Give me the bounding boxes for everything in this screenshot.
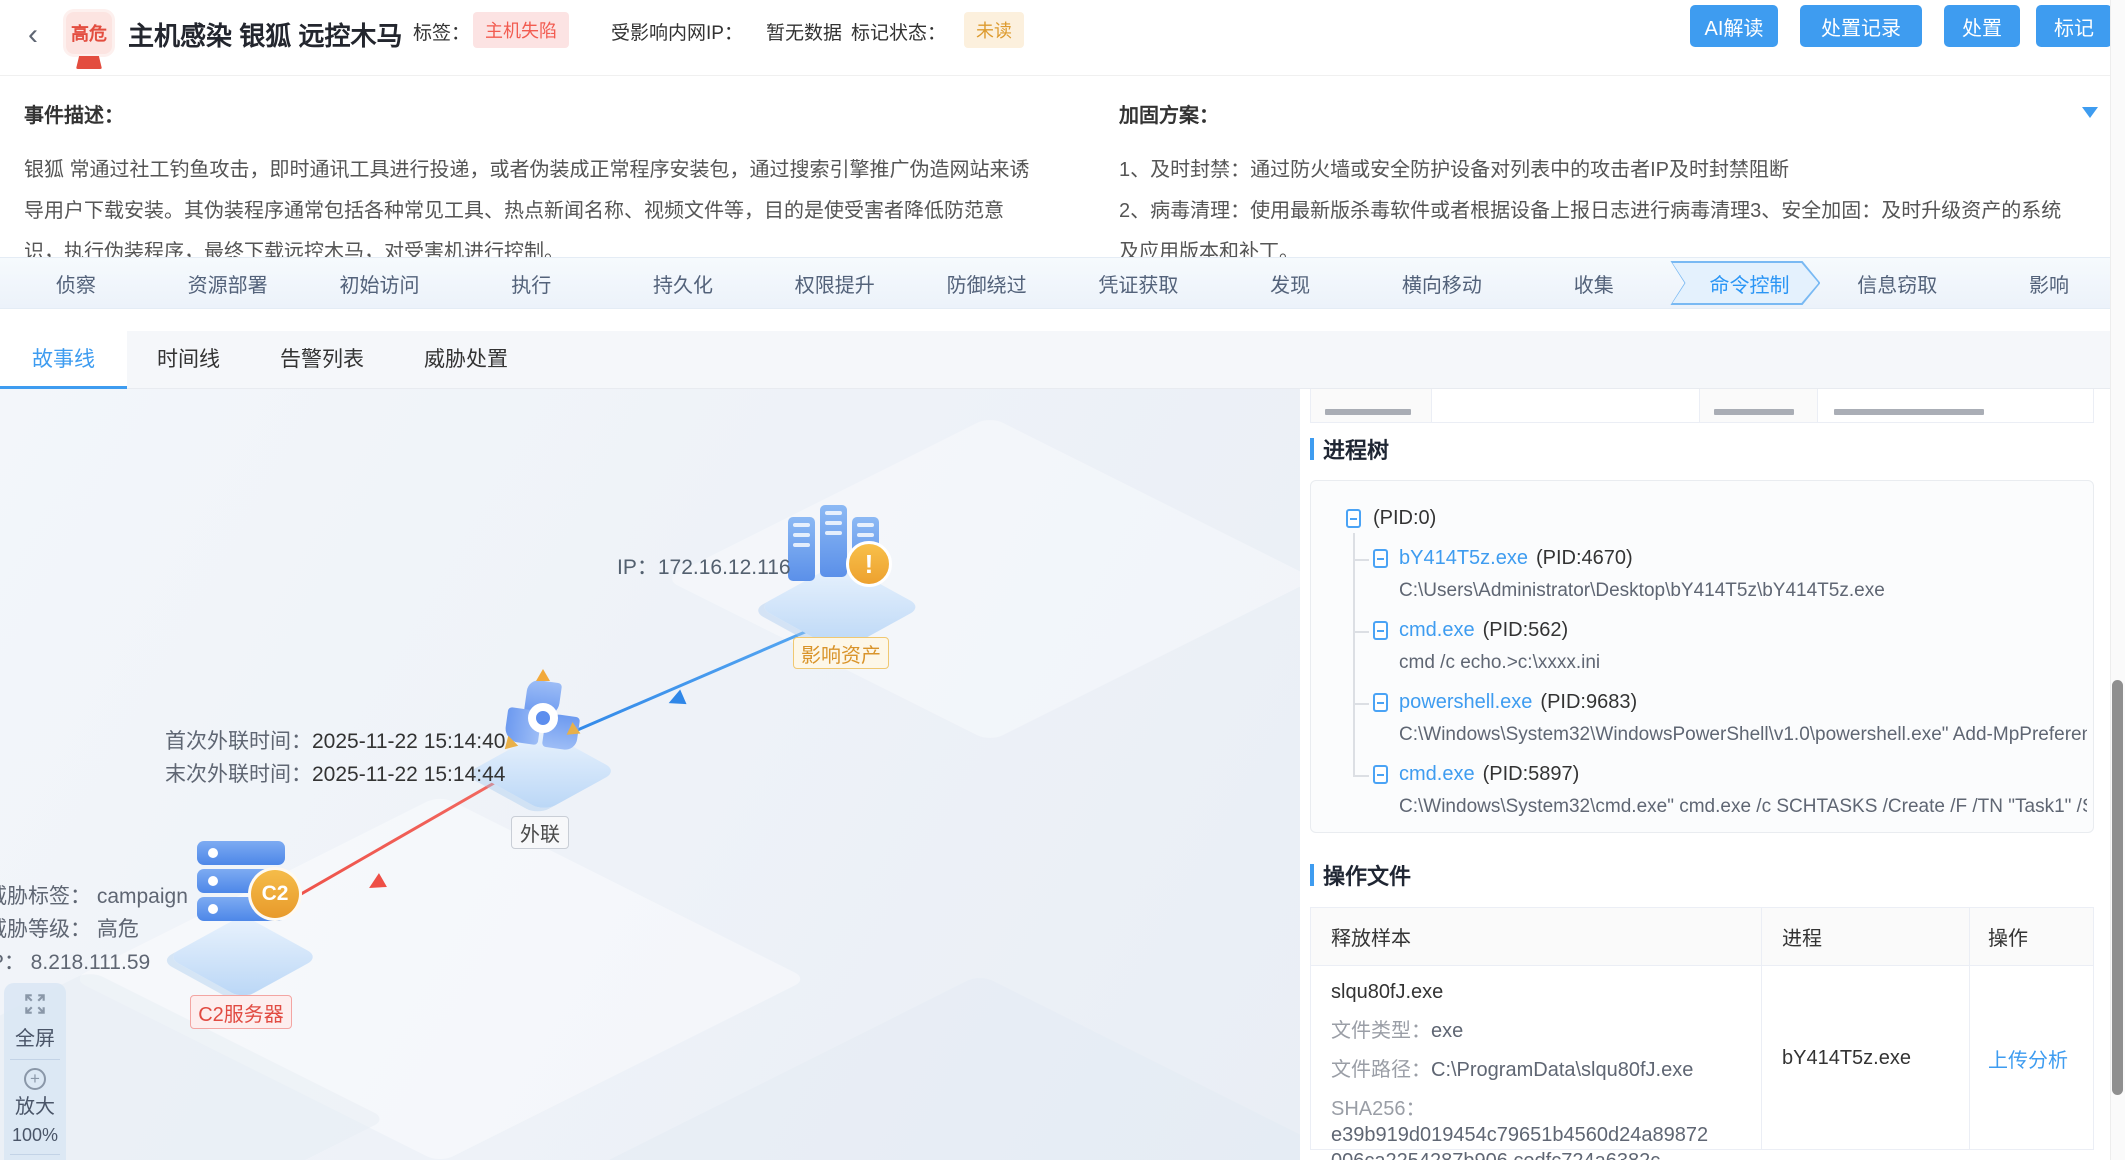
process-cmdline: C:\Users\Administrator\Desktop\bY414T5z\…	[1399, 580, 2087, 602]
threat-level-text: 威胁等级： 高危	[0, 913, 139, 943]
server-icon	[788, 517, 815, 581]
arrowhead-blue-icon	[665, 689, 686, 710]
handle-record-button[interactable]: 处置记录	[1800, 5, 1922, 47]
process-root: (PID:0)	[1373, 507, 1436, 530]
tag-label: 标签：	[413, 18, 470, 45]
threat-tag-text: 威胁标签： campaign	[0, 880, 188, 910]
process-node[interactable]: bY414T5z.exe(PID:4670)	[1399, 547, 1633, 570]
incident-detail-page: ‹ 高危 主机感染 银狐 远控木马 标签： 主机失陷 受影响内网IP： 暂无数据…	[0, 0, 2125, 1160]
process-tree-title: 进程树	[1310, 433, 1389, 465]
tab-bar: 故事线 时间线 告警列表 威胁处置	[0, 331, 2125, 389]
asset-ip-text: IP：172.16.12.116	[617, 551, 791, 581]
stage-collection[interactable]: 收集	[1518, 269, 1670, 298]
row-process: bY414T5z.exe	[1761, 966, 1969, 1150]
operation-files-table: 释放样本 进程 操作 slqu80fJ.exe 文件类型：exe 文件路径：C:…	[1310, 907, 2094, 1150]
file-icon	[1373, 693, 1388, 712]
outbound-node-label[interactable]: 外联	[511, 816, 569, 849]
stage-impact[interactable]: 影响	[1973, 269, 2125, 298]
mark-button[interactable]: 标记	[2036, 5, 2112, 47]
process-node[interactable]: cmd.exe(PID:562)	[1399, 619, 1568, 642]
zoom-in-label[interactable]: 放大	[4, 1090, 66, 1119]
stage-discovery[interactable]: 发现	[1214, 269, 1366, 298]
stage-lateral[interactable]: 横向移动	[1366, 269, 1518, 298]
hardening-plan-title: 加固方案：	[1119, 99, 2079, 128]
file-icon	[1373, 621, 1388, 640]
zoom-level: 100%	[4, 1125, 66, 1146]
stage-initial-access[interactable]: 初始访问	[304, 269, 456, 298]
stage-resource[interactable]: 资源部署	[152, 269, 304, 298]
ai-analyze-button[interactable]: AI解读	[1690, 5, 1778, 47]
stage-privilege[interactable]: 权限提升	[759, 269, 911, 298]
operation-files-title: 操作文件	[1310, 859, 1411, 891]
c2-node-label[interactable]: C2服务器	[190, 995, 292, 1029]
server-icon	[820, 505, 847, 577]
table-header-row: 释放样本 进程 操作	[1311, 908, 2093, 966]
event-description-body: 银狐 常通过社工钓鱼攻击，即时通讯工具进行投递，或者伪装成正常程序安装包，通过搜…	[24, 150, 1034, 273]
file-icon	[1346, 509, 1361, 528]
mark-status-label: 标记状态：	[851, 18, 946, 45]
col-sample: 释放样本	[1311, 922, 1761, 951]
fullscreen-label[interactable]: 全屏	[4, 1022, 66, 1051]
process-cmdline: C:\Windows\System32\WindowsPowerShell\v1…	[1399, 724, 2087, 746]
zoom-in-icon[interactable]: +	[24, 1068, 46, 1090]
sha256: SHA256：e39b919d019454c79651b4560d24a8987…	[1331, 1096, 1741, 1160]
stage-credential[interactable]: 凭证获取	[1062, 269, 1214, 298]
affected-ip-label: 受影响内网IP：	[611, 18, 743, 45]
process-node[interactable]: cmd.exe(PID:5897)	[1399, 763, 1579, 786]
event-description-section: 事件描述： 银狐 常通过社工钓鱼攻击，即时通讯工具进行投递，或者伪装成正常程序安…	[0, 77, 2125, 253]
stage-command-control-active[interactable]: 命令控制	[1670, 261, 1820, 305]
sample-name: slqu80fJ.exe	[1331, 979, 1741, 1005]
c2-coin-icon: C2	[248, 867, 302, 921]
process-tree-panel: (PID:0) bY414T5z.exe(PID:4670) C:\Users\…	[1310, 480, 2094, 833]
first-outbound-time: 首次外联时间：2025-11-22 15:14:40	[165, 725, 505, 755]
stage-persistence[interactable]: 持久化	[607, 269, 759, 298]
col-action: 操作	[1969, 908, 2093, 965]
tab-alert-list[interactable]: 告警列表	[250, 331, 394, 389]
severity-stamp-tail-icon	[76, 56, 102, 69]
top-bar: ‹ 高危 主机感染 银狐 远控木马 标签： 主机失陷 受影响内网IP： 暂无数据…	[0, 0, 2125, 76]
process-cmdline: cmd /c echo.>c:\xxxx.ini	[1399, 652, 2087, 674]
severity-stamp: 高危	[66, 12, 112, 54]
event-description-title: 事件描述：	[24, 99, 1034, 128]
back-icon[interactable]: ‹	[28, 20, 38, 50]
killchain-bar: 侦察 资源部署 初始访问 执行 持久化 权限提升 防御绕过 凭证获取 发现 横向…	[0, 257, 2125, 309]
table-row: slqu80fJ.exe 文件类型：exe 文件路径：C:\ProgramDat…	[1311, 966, 2093, 1150]
pinwheel-icon	[506, 681, 580, 755]
detail-panel: 进程树 (PID:0) bY414T5z.exe(PID:4670) C:\Us…	[1300, 389, 2110, 1160]
tab-threat-handle[interactable]: 威胁处置	[394, 331, 538, 389]
fullscreen-icon[interactable]	[4, 991, 66, 1022]
warning-icon: !	[846, 541, 892, 587]
mark-status-badge: 未读	[964, 12, 1024, 48]
file-path: 文件路径：C:\ProgramData\slqu80fJ.exe	[1331, 1057, 1741, 1083]
file-icon	[1373, 765, 1388, 784]
asset-node-label[interactable]: 影响资产	[793, 637, 889, 669]
upload-analyze-link[interactable]: 上传分析	[1988, 1044, 2068, 1073]
stage-recon[interactable]: 侦察	[0, 269, 152, 298]
tab-timeline[interactable]: 时间线	[127, 331, 250, 389]
process-node[interactable]: powershell.exe(PID:9683)	[1399, 691, 1637, 714]
handle-button[interactable]: 处置	[1944, 5, 2020, 47]
scrollbar-thumb[interactable]	[2112, 680, 2123, 1095]
file-type: 文件类型：exe	[1331, 1018, 1741, 1044]
stage-defense-evasion[interactable]: 防御绕过	[911, 269, 1063, 298]
server-icon	[197, 841, 285, 865]
collapse-icon[interactable]	[2082, 107, 2098, 118]
process-cmdline: C:\Windows\System32\cmd.exe" cmd.exe /c …	[1399, 796, 2087, 818]
affected-ip-value: 暂无数据	[766, 18, 842, 45]
file-icon	[1373, 549, 1388, 568]
stage-execution[interactable]: 执行	[455, 269, 607, 298]
last-outbound-time: 末次外联时间：2025-11-22 15:14:44	[165, 758, 505, 788]
stage-exfiltration[interactable]: 信息窃取	[1821, 269, 1973, 298]
graph-controls: 全屏 + 放大 100% −	[4, 983, 66, 1160]
col-process: 进程	[1761, 908, 1969, 965]
page-title: 主机感染 银狐 远控木马	[128, 16, 402, 53]
detail-kv-row-partial	[1310, 389, 2094, 423]
tab-storyline[interactable]: 故事线	[0, 331, 127, 389]
hardening-plan-line: 1、及时封禁：通过防火墙或安全防护设备对列表中的攻击者IP及时封禁阻断	[1119, 150, 2079, 191]
tag-badge: 主机失陷	[473, 12, 569, 48]
edge-asset-to-outbound	[551, 618, 835, 743]
attack-graph-canvas[interactable]: ! 影响资产 IP：172.16.12.116 外联 首次外联时间：2025-1…	[0, 389, 1300, 1160]
c2-ip-text: IP： 8.218.111.59	[0, 946, 150, 976]
